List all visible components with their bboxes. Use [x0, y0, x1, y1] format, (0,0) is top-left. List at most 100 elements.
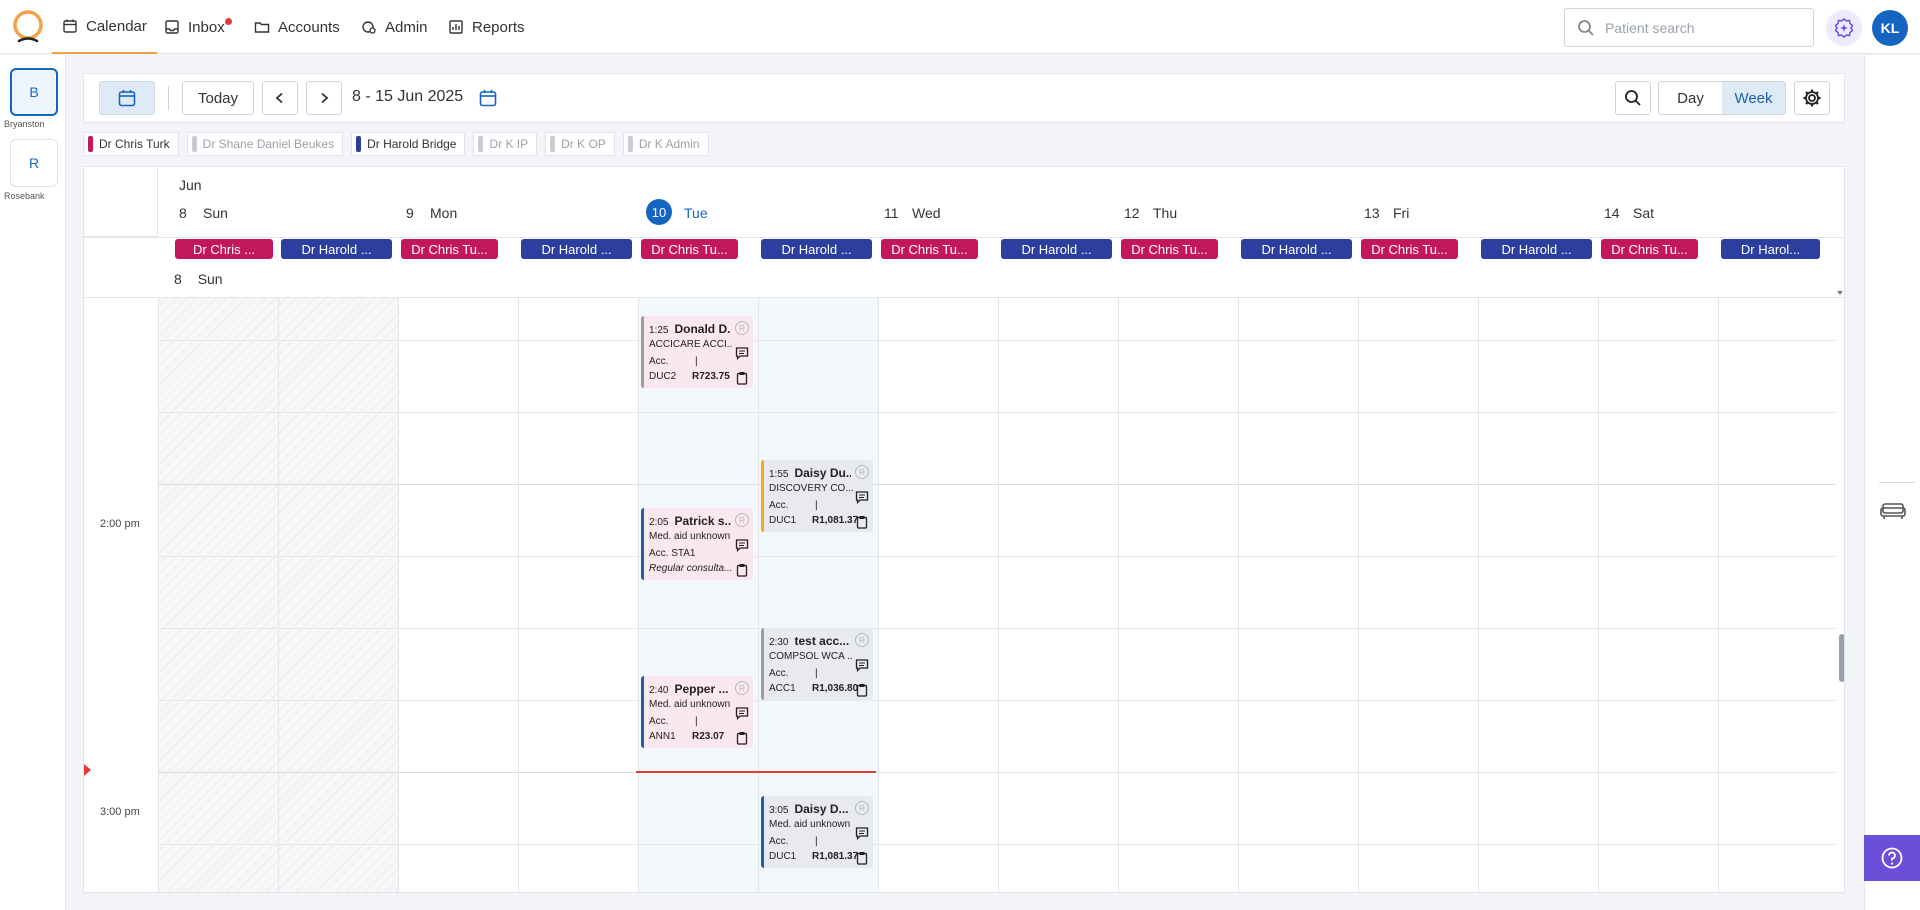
- clipboard-icon[interactable]: [855, 515, 869, 529]
- today-button[interactable]: Today: [182, 81, 254, 115]
- practice-rosebank-button[interactable]: R: [10, 139, 58, 187]
- doctor-column-header[interactable]: Dr Harol...: [1721, 239, 1820, 259]
- nav-inbox[interactable]: Inbox: [164, 0, 225, 54]
- slot-line: [158, 340, 1836, 341]
- appointment-patient-name: Daisy Du...: [794, 466, 851, 480]
- user-avatar[interactable]: KL: [1872, 10, 1908, 46]
- clipboard-icon[interactable]: [855, 683, 869, 697]
- nav-reports-label: Reports: [472, 18, 525, 36]
- appointment-card[interactable]: 2:05 Patrick s... R Med. aid unknown Acc.…: [641, 508, 753, 580]
- appointment-billing-row: DUC2 R723.75: [649, 371, 730, 382]
- day-name: Tue: [684, 205, 708, 221]
- column-divider: [518, 298, 519, 892]
- doctor-column-header[interactable]: Dr Harold ...: [281, 239, 392, 259]
- ai-assistant-button[interactable]: [1826, 10, 1862, 46]
- appointment-card[interactable]: 2:30 test acc... R COMPSOL WCA ... Acc. | …: [761, 628, 873, 700]
- app-logo[interactable]: [10, 9, 46, 45]
- doctor-filter-label: Dr Harold Bridge: [367, 137, 457, 151]
- hour-line: [878, 772, 1836, 773]
- slot-line: [158, 412, 1836, 413]
- day-name: Mon: [430, 205, 458, 221]
- nav-admin-label: Admin: [385, 18, 428, 36]
- appointment-card[interactable]: 1:25 Donald D... R ACCICARE ACCI... Acc. |…: [641, 316, 753, 388]
- today-day-number[interactable]: 10: [646, 199, 672, 225]
- doctor-column-header[interactable]: Dr Harold ...: [761, 239, 872, 259]
- appointment-amount: R1,036.80: [812, 683, 859, 694]
- doctor-column-header[interactable]: Dr Harold ...: [1001, 239, 1112, 259]
- doctor-column-header[interactable]: Dr Chris Tu...: [641, 239, 738, 259]
- view-switcher: Day Week: [1658, 81, 1786, 115]
- doctor-filter-shane-beukes[interactable]: Dr Shane Daniel Beukes: [186, 132, 344, 156]
- day-view-button[interactable]: Day: [1659, 82, 1722, 114]
- doctor-filter-chris-turk[interactable]: Dr Chris Turk: [83, 132, 179, 156]
- week-view-button[interactable]: Week: [1722, 82, 1785, 114]
- doctor-column-header[interactable]: Dr Chris Tu...: [1601, 239, 1698, 259]
- practice-bryanston-button[interactable]: B: [10, 68, 58, 116]
- appointment-account-row: Acc. |: [769, 668, 818, 679]
- message-icon[interactable]: [735, 346, 749, 360]
- doctor-column-header[interactable]: Dr Harold ...: [521, 239, 632, 259]
- doctor-column-header[interactable]: Dr Harold ...: [1241, 239, 1352, 259]
- appointment-header: 1:55 Daisy Du...: [769, 466, 851, 480]
- mini-calendar-toggle[interactable]: [99, 81, 155, 115]
- appointment-amount: R723.75: [692, 371, 730, 382]
- clipboard-icon[interactable]: [855, 851, 869, 865]
- time-grid[interactable]: 2:00 pm 3:00 pm 1:25 Donald D... R ACCICA…: [84, 298, 1844, 892]
- message-icon[interactable]: [735, 538, 749, 552]
- nav-admin[interactable]: Admin: [361, 0, 428, 54]
- appointment-header: 2:40 Pepper ...: [649, 682, 731, 696]
- appointment-header: 3:05 Daisy D...: [769, 802, 851, 816]
- doctor-column-header[interactable]: Dr Chris Tu...: [1121, 239, 1218, 259]
- clipboard-icon[interactable]: [735, 371, 749, 385]
- date-picker-icon[interactable]: [478, 88, 498, 108]
- patient-search[interactable]: [1564, 8, 1814, 47]
- doctor-column-header[interactable]: Dr Chris Tu...: [881, 239, 978, 259]
- doctor-filter-k-admin[interactable]: Dr K Admin: [622, 132, 709, 156]
- message-icon[interactable]: [735, 706, 749, 720]
- doctor-filters: Dr Chris Turk Dr Shane Daniel Beukes Dr …: [83, 132, 709, 156]
- doctor-column-header[interactable]: Dr Harold ...: [1481, 239, 1592, 259]
- calendar-search-button[interactable]: [1615, 81, 1651, 115]
- doctor-filter-k-op[interactable]: Dr K OP: [545, 132, 615, 156]
- sofa-icon[interactable]: [1880, 498, 1906, 522]
- doctor-filter-label: Dr K Admin: [638, 137, 700, 151]
- next-week-button[interactable]: [306, 81, 342, 115]
- doctor-filter-k-ip[interactable]: Dr K IP: [473, 132, 538, 156]
- header-scroll-arrow-icon[interactable]: [1836, 167, 1844, 297]
- appointment-card[interactable]: 2:40 Pepper ... R Med. aid unknown Acc. | …: [641, 676, 753, 748]
- doctor-column-header[interactable]: Dr Chris ...: [175, 239, 273, 259]
- practice-initial: R: [28, 155, 40, 171]
- nav-accounts[interactable]: Accounts: [254, 0, 340, 54]
- time-label: 2:00 pm: [100, 518, 140, 530]
- previous-week-button[interactable]: [262, 81, 298, 115]
- doctor-column-header[interactable]: Dr Chris Tu...: [1361, 239, 1458, 259]
- practice-bryanston-label: Bryanston: [4, 119, 45, 129]
- grid-scrollbar-thumb[interactable]: [1839, 634, 1844, 682]
- column-divider: [278, 298, 279, 892]
- appointment-status-stripe: [761, 460, 764, 532]
- appointment-status-stripe: [641, 676, 644, 748]
- help-button[interactable]: [1864, 835, 1920, 881]
- clipboard-icon[interactable]: [735, 731, 749, 745]
- chevron-left-icon: [275, 92, 283, 104]
- nav-calendar[interactable]: Calendar: [52, 0, 157, 54]
- doctor-filter-harold-bridge[interactable]: Dr Harold Bridge: [351, 132, 466, 156]
- day-name: Wed: [912, 205, 941, 221]
- appointment-account: Acc.: [769, 500, 789, 511]
- separator: |: [695, 356, 698, 367]
- calendar-settings-button[interactable]: [1794, 81, 1830, 115]
- appointment-card[interactable]: 1:55 Daisy Du... R DISCOVERY CO... Acc. | …: [761, 460, 873, 532]
- message-icon[interactable]: [855, 490, 869, 504]
- message-icon[interactable]: [855, 826, 869, 840]
- doctor-column-header[interactable]: Dr Chris Tu...: [401, 239, 498, 259]
- message-icon[interactable]: [855, 658, 869, 672]
- column-divider: [878, 298, 879, 892]
- clipboard-icon[interactable]: [735, 563, 749, 577]
- date-range-label: 8 - 15 Jun 2025: [352, 88, 464, 105]
- nav-reports[interactable]: Reports: [448, 0, 525, 54]
- patient-search-input[interactable]: [1605, 19, 1795, 36]
- appointment-account-row: Acc. |: [649, 716, 698, 727]
- appointment-account: Acc.: [649, 716, 669, 727]
- r-badge-icon: R: [855, 801, 869, 815]
- appointment-card[interactable]: 3:05 Daisy D... R Med. aid unknown Acc. | …: [761, 796, 873, 868]
